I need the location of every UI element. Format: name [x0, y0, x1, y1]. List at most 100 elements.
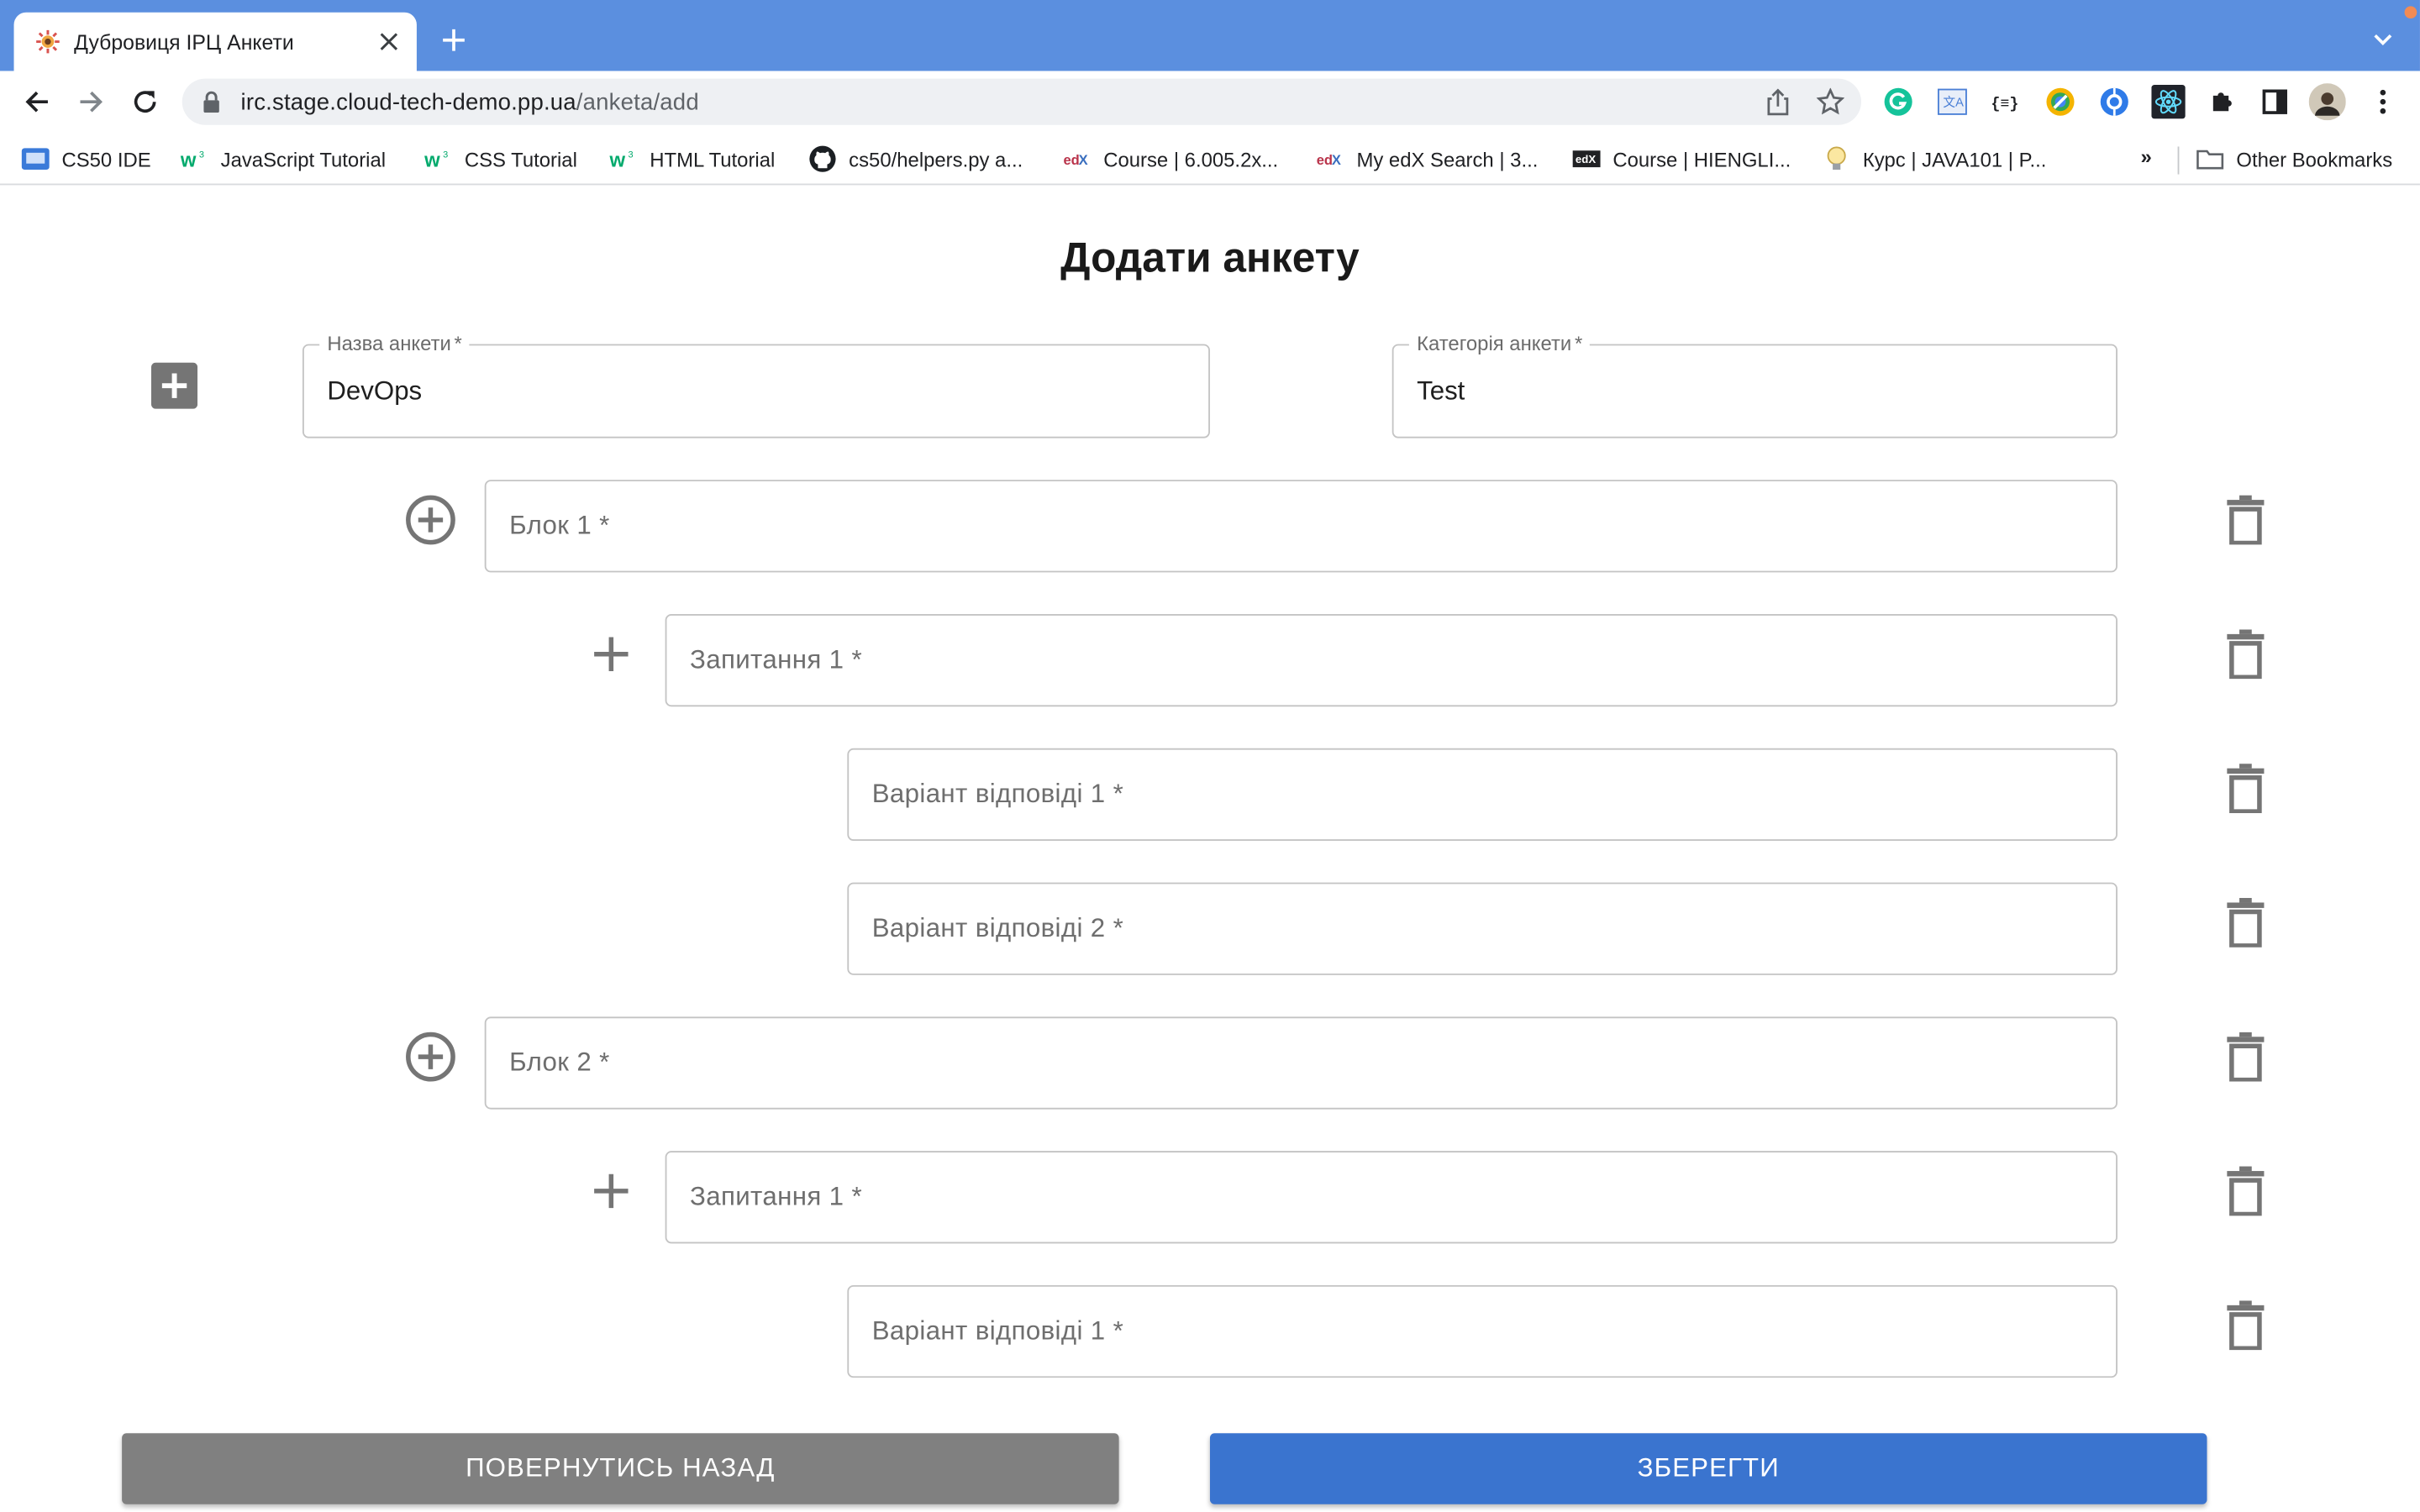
- vpn-extension-icon[interactable]: [2096, 83, 2133, 120]
- browser-tab-active[interactable]: Дубровиця ІРЦ Анкети: [13, 12, 417, 71]
- react-devtools-icon[interactable]: [2150, 83, 2187, 120]
- placeholder-text: Запитання 1: [690, 644, 844, 675]
- delete-trash-icon[interactable]: [2224, 762, 2267, 814]
- extensions-puzzle-icon[interactable]: [2204, 83, 2241, 120]
- placeholder-text: Блок 2: [509, 1047, 592, 1078]
- bookmark-css-tutorial[interactable]: w3 CSS Tutorial: [424, 142, 577, 176]
- back-arrow-icon[interactable]: [18, 83, 55, 120]
- w3schools-icon: w3: [181, 146, 208, 171]
- other-bookmarks-label: Other Bookmarks: [2236, 147, 2393, 171]
- close-tab-icon[interactable]: [371, 24, 408, 60]
- answer-option-field[interactable]: Варіант відповіді 1 *: [847, 1284, 2118, 1378]
- survey-name-field[interactable]: Назва анкети * DevOps: [302, 331, 1210, 438]
- required-asterisk: *: [1574, 331, 1583, 355]
- answer-option-placeholder: Варіант відповіді 2 *: [872, 913, 1123, 944]
- survey-name-value: DevOps: [327, 375, 423, 406]
- required-asterisk: *: [454, 331, 462, 355]
- share-icon[interactable]: [1756, 81, 1799, 123]
- json-formatter-icon[interactable]: {≡}: [1988, 83, 2025, 120]
- survey-category-value: Test: [1417, 375, 1465, 406]
- question-field[interactable]: Запитання 1 *: [665, 614, 2118, 707]
- bookmark-my-edx-search[interactable]: ed X My edX Search | 3...: [1317, 142, 1539, 176]
- bookmarks-overflow-chevron[interactable]: »: [2141, 145, 2152, 169]
- forward-arrow-icon[interactable]: [72, 83, 109, 120]
- add-question-circle-icon[interactable]: [404, 494, 456, 546]
- block-title-placeholder: Блок 2 *: [509, 1047, 610, 1079]
- folder-icon: [2196, 146, 2224, 171]
- reload-icon[interactable]: [127, 83, 164, 120]
- answer-option-field[interactable]: Варіант відповіді 1 *: [847, 748, 2118, 842]
- bookmarks-divider: [2177, 146, 2180, 175]
- bookmark-course-hiengli[interactable]: edX Course | HIENGLI...: [1572, 142, 1791, 176]
- tab-strip: Дубровиця ІРЦ Анкети: [0, 0, 2420, 71]
- add-answer-plus-icon[interactable]: [590, 633, 633, 675]
- delete-trash-icon[interactable]: [2224, 494, 2267, 546]
- colorzilla-icon[interactable]: [2042, 83, 2079, 120]
- required-asterisk: *: [599, 1047, 610, 1078]
- required-asterisk: *: [599, 510, 610, 540]
- svg-text:3: 3: [443, 150, 448, 160]
- save-button[interactable]: ЗБЕРЕГТИ: [1209, 1433, 2207, 1504]
- cs50-icon: [21, 146, 50, 171]
- profile-avatar[interactable]: [2308, 83, 2346, 121]
- github-icon: [808, 145, 836, 172]
- address-bar[interactable]: irc.stage.cloud-tech-demo.pp.ua/anketa/a…: [182, 78, 1862, 125]
- add-answer-plus-icon[interactable]: [590, 1169, 633, 1212]
- tab-title: Дубровиця ІРЦ Анкети: [74, 29, 294, 54]
- site-favicon-icon: [35, 29, 60, 54]
- bookmark-star-icon[interactable]: [1809, 81, 1852, 123]
- new-tab-icon[interactable]: [435, 22, 472, 59]
- delete-trash-icon[interactable]: [2224, 1165, 2267, 1217]
- bookmark-html-tutorial[interactable]: w3 HTML Tutorial: [609, 142, 775, 176]
- app-window: Дубровиця ІРЦ Анкети irc.stage.cloud-tec…: [0, 0, 2420, 1512]
- translate-icon[interactable]: 文A: [1933, 83, 1970, 120]
- w3schools-icon: w3: [424, 146, 452, 171]
- delete-trash-icon[interactable]: [2224, 628, 2267, 680]
- answer-option-field[interactable]: Варіант відповіді 2 *: [847, 882, 2118, 975]
- bookmark-label: Course | HIENGLI...: [1612, 147, 1791, 171]
- side-panel-icon[interactable]: [2256, 83, 2293, 120]
- add-block-square-icon[interactable]: [150, 362, 198, 409]
- survey-category-field[interactable]: Категорія анкети * Test: [1392, 331, 2118, 438]
- bookmark-java101[interactable]: Курс | JAVA101 | P...: [1823, 142, 2046, 176]
- bookmark-course-6005[interactable]: ed X Course | 6.005.2x...: [1063, 142, 1278, 176]
- bookmark-label: cs50/helpers.py a...: [849, 147, 1023, 171]
- required-asterisk: *: [851, 644, 862, 675]
- required-asterisk: *: [1113, 1315, 1124, 1346]
- bookmark-label: CSS Tutorial: [464, 147, 577, 171]
- bookmark-cs50-ide[interactable]: CS50 IDE: [21, 142, 151, 176]
- delete-trash-icon[interactable]: [2224, 896, 2267, 948]
- edx-icon: edX: [1572, 146, 1601, 171]
- url-path: /anketa/add: [576, 88, 699, 115]
- svg-text:3: 3: [199, 150, 204, 160]
- survey-category-label-text: Категорія анкети: [1417, 331, 1572, 355]
- delete-trash-icon[interactable]: [2224, 1299, 2267, 1352]
- answer-option-placeholder: Варіант відповіді 1 *: [872, 1316, 1123, 1347]
- bookmark-javascript-tutorial[interactable]: w3 JavaScript Tutorial: [181, 142, 386, 176]
- required-asterisk: *: [1113, 913, 1124, 943]
- question-placeholder: Запитання 1 *: [690, 645, 862, 676]
- svg-text:3: 3: [629, 150, 634, 160]
- bookmark-label: Курс | JAVA101 | P...: [1862, 147, 2047, 171]
- edx-icon: edX: [1317, 146, 1344, 171]
- go-back-button[interactable]: ПОВЕРНУТИСЬ НАЗАД: [122, 1433, 1119, 1504]
- question-field[interactable]: Запитання 1 *: [665, 1151, 2118, 1244]
- survey-name-label-text: Назва анкети: [327, 331, 451, 355]
- tab-search-chevron-icon[interactable]: [2366, 24, 2400, 57]
- url-host: irc.stage.cloud-tech-demo.pp.ua: [240, 88, 576, 115]
- grammarly-icon[interactable]: [1880, 83, 1917, 120]
- block-title-field[interactable]: Блок 2 *: [484, 1016, 2118, 1110]
- delete-trash-icon[interactable]: [2224, 1031, 2267, 1083]
- block-title-field[interactable]: Блок 1 *: [484, 480, 2118, 573]
- lock-icon[interactable]: [201, 91, 223, 113]
- url-text: irc.stage.cloud-tech-demo.pp.ua/anketa/a…: [241, 89, 1757, 115]
- update-indicator-icon: [2404, 6, 2417, 19]
- other-bookmarks-folder[interactable]: Other Bookmarks: [2196, 142, 2393, 176]
- add-question-circle-icon[interactable]: [404, 1031, 456, 1083]
- bookmark-cs50-helpers[interactable]: cs50/helpers.py a...: [808, 142, 1023, 176]
- svg-text:edX: edX: [1576, 153, 1596, 165]
- answer-option-placeholder: Варіант відповіді 1 *: [872, 780, 1123, 811]
- required-asterisk: *: [851, 1181, 862, 1211]
- more-menu-icon[interactable]: [2365, 83, 2402, 120]
- w3schools-icon: w3: [609, 146, 637, 171]
